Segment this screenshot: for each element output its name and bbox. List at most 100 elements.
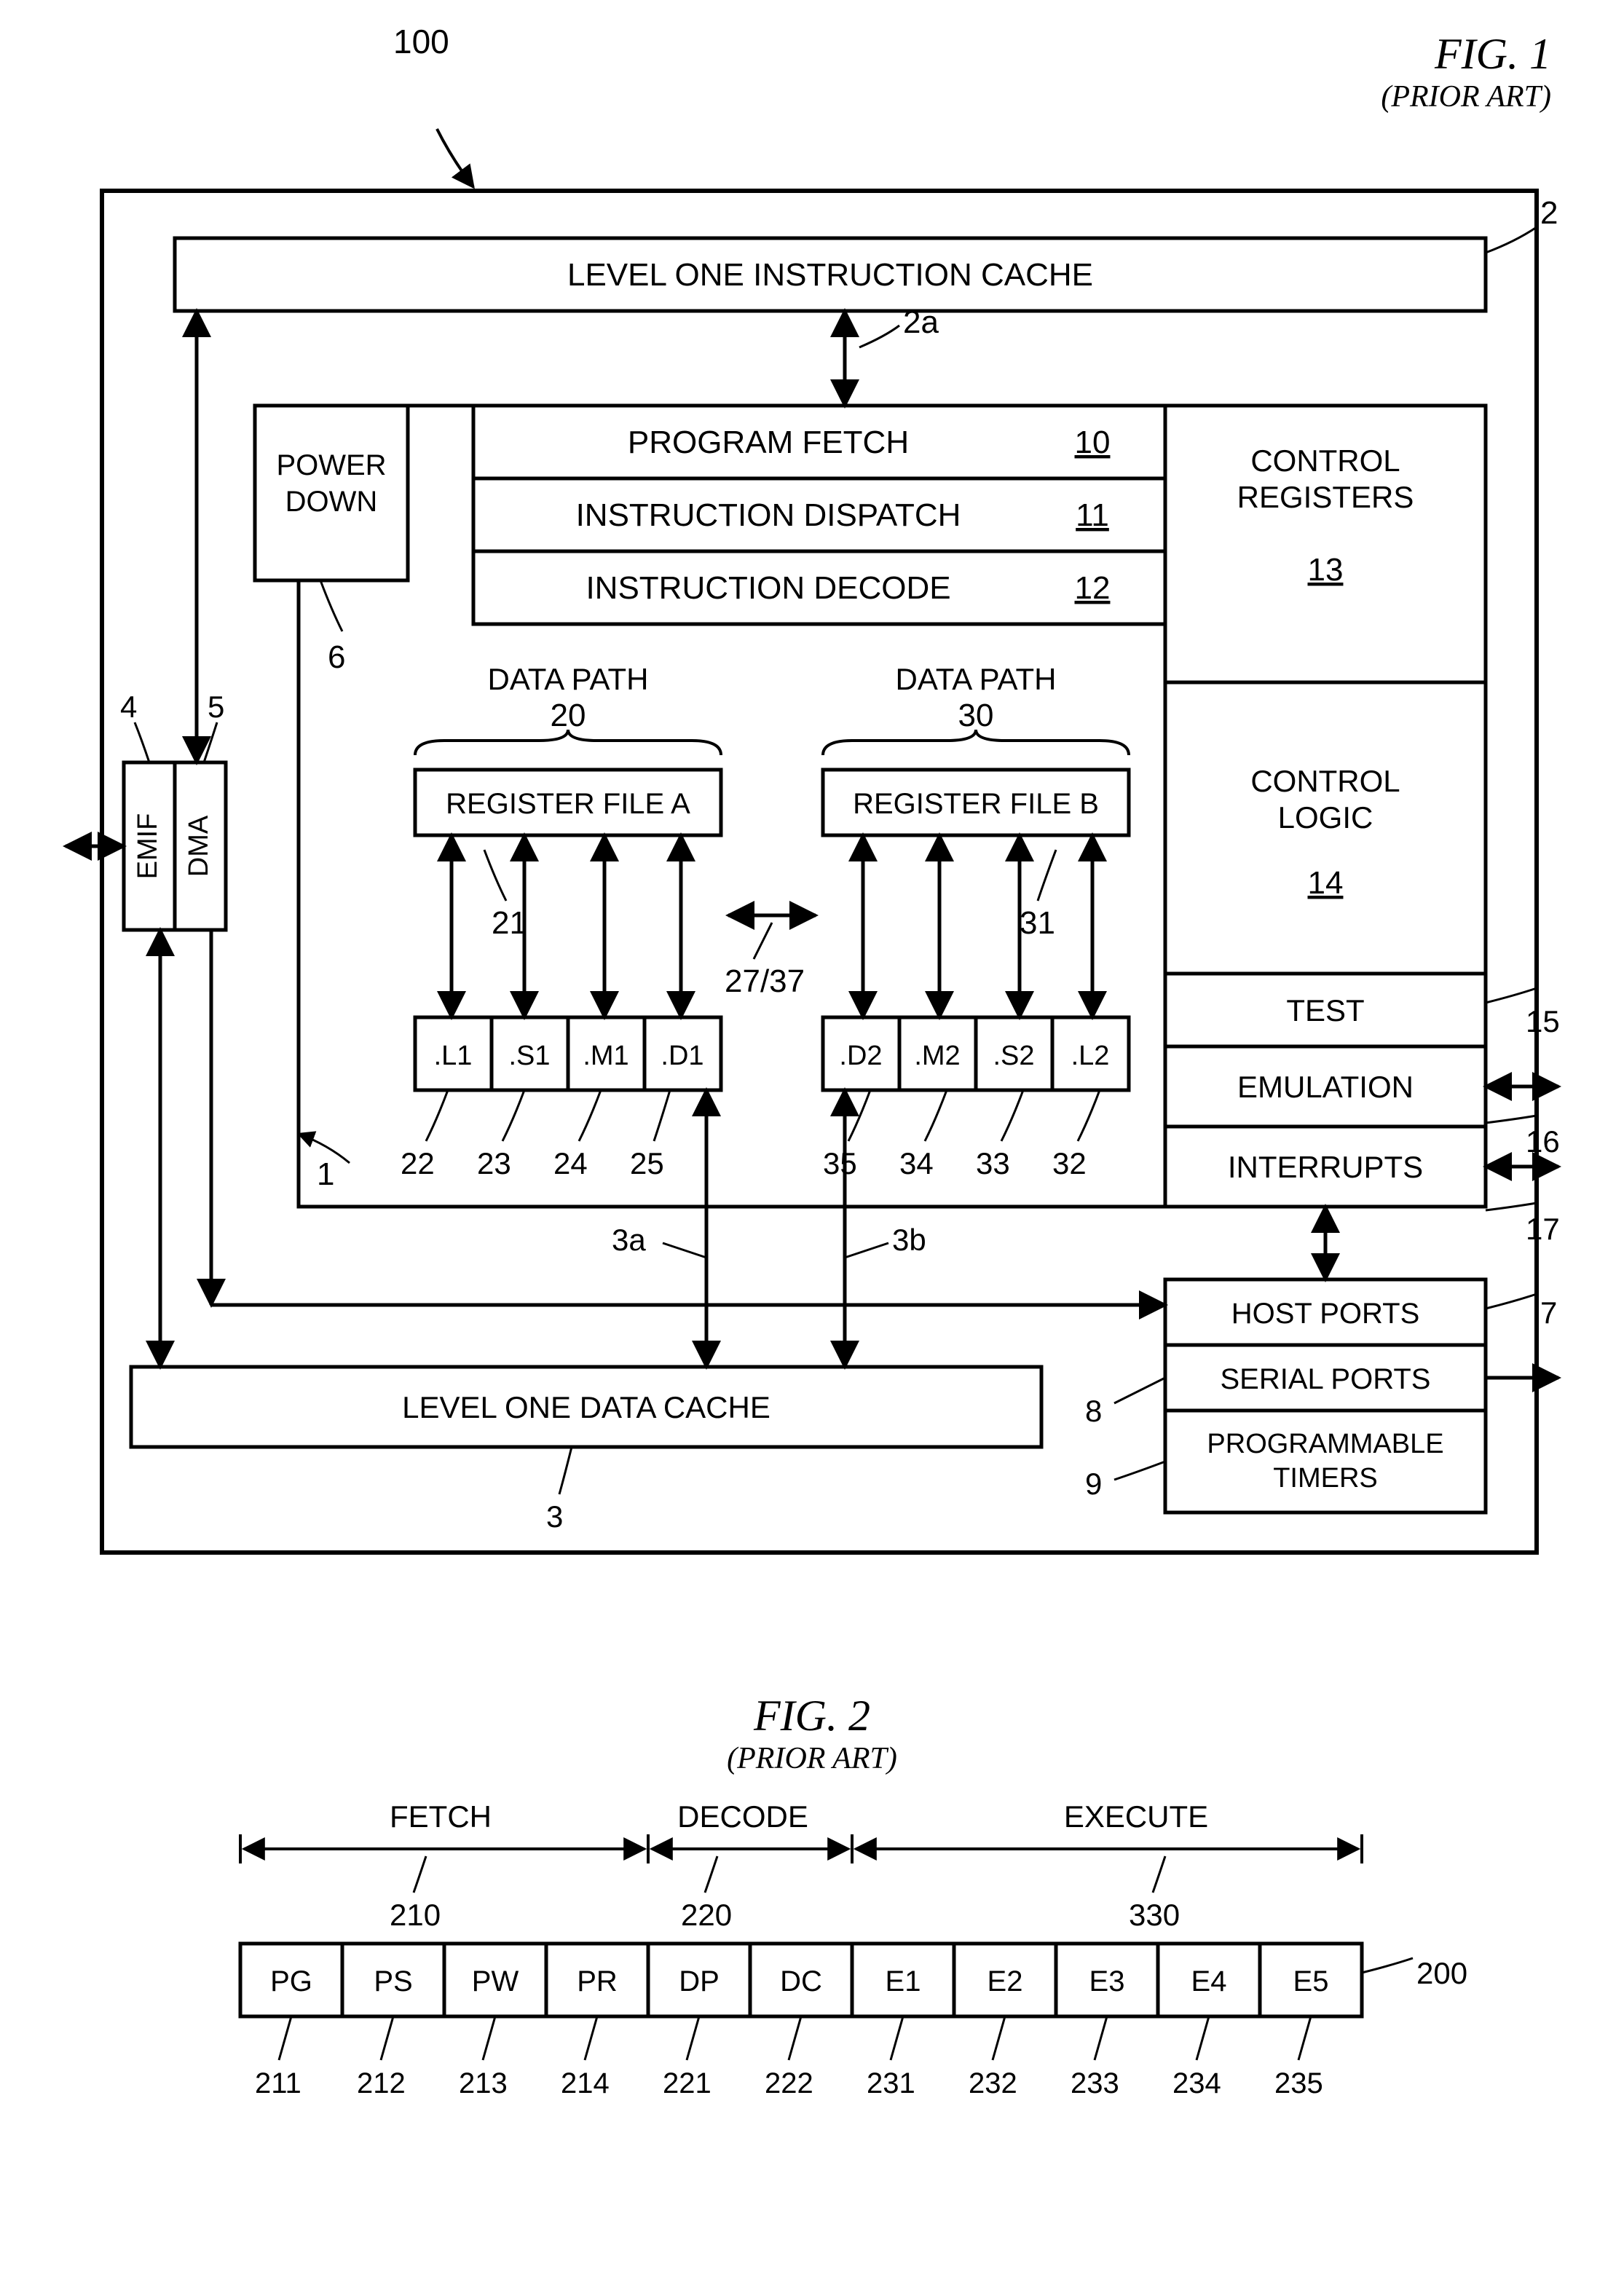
fig1-title: FIG. 1 bbox=[29, 29, 1551, 79]
serialports: SERIAL PORTS bbox=[1221, 1363, 1431, 1395]
ref-5: 5 bbox=[208, 690, 224, 724]
regfileB: REGISTER FILE B bbox=[853, 788, 1099, 820]
ref-222: 222 bbox=[765, 2067, 813, 2099]
ref-14: 14 bbox=[1308, 865, 1344, 901]
ctrlreg-2: REGISTERS bbox=[1237, 480, 1414, 514]
emif: EMIF bbox=[133, 813, 163, 880]
datapath-b: DATA PATH bbox=[896, 662, 1057, 696]
ref-7: 7 bbox=[1540, 1295, 1557, 1330]
ref-11: 11 bbox=[1076, 497, 1109, 533]
fig2-subtitle: (PRIOR ART) bbox=[29, 1741, 1595, 1776]
ref-23: 23 bbox=[477, 1146, 511, 1180]
progtimers-1: PROGRAMMABLE bbox=[1207, 1429, 1443, 1459]
ref-4: 4 bbox=[120, 690, 137, 724]
execute-label: EXECUTE bbox=[1064, 1799, 1208, 1834]
ref-3a: 3a bbox=[612, 1223, 646, 1257]
test: TEST bbox=[1286, 993, 1364, 1027]
ref-6: 6 bbox=[328, 639, 345, 675]
ref-3: 3 bbox=[546, 1499, 563, 1534]
ref-16: 16 bbox=[1526, 1124, 1560, 1159]
unit-S1: .S1 bbox=[508, 1041, 550, 1071]
fig2-title: FIG. 2 bbox=[29, 1691, 1595, 1741]
unit-D2: .D2 bbox=[839, 1041, 882, 1071]
ref-234: 234 bbox=[1172, 2067, 1221, 2099]
interrupts: INTERRUPTS bbox=[1228, 1150, 1423, 1184]
instdecode: INSTRUCTION DECODE bbox=[586, 570, 950, 606]
ref-3b: 3b bbox=[892, 1223, 926, 1257]
ref-235: 235 bbox=[1274, 2067, 1323, 2099]
unit-M2: .M2 bbox=[914, 1041, 960, 1071]
unit-L1: .L1 bbox=[434, 1041, 473, 1071]
stage-DC: DC bbox=[780, 1965, 822, 1997]
stage-PR: PR bbox=[577, 1965, 618, 1997]
progtimers-2: TIMERS bbox=[1273, 1463, 1378, 1494]
regfileA: REGISTER FILE A bbox=[446, 788, 690, 820]
ref-30: 30 bbox=[958, 698, 994, 733]
stage-E4: E4 bbox=[1191, 1965, 1227, 1997]
ref-32: 32 bbox=[1052, 1146, 1087, 1180]
ref-33: 33 bbox=[976, 1146, 1010, 1180]
ref-2a: 2a bbox=[903, 304, 939, 340]
ref-2: 2 bbox=[1540, 195, 1558, 231]
stage-PW: PW bbox=[472, 1965, 519, 1997]
ref-212: 212 bbox=[357, 2067, 406, 2099]
stage-PG: PG bbox=[270, 1965, 312, 1997]
instdispatch: INSTRUCTION DISPATCH bbox=[576, 497, 961, 533]
l1icache-label: LEVEL ONE INSTRUCTION CACHE bbox=[567, 257, 1093, 293]
ref-21: 21 bbox=[492, 905, 527, 941]
ref-214: 214 bbox=[561, 2067, 610, 2099]
ref-25: 25 bbox=[630, 1146, 664, 1180]
ref-9: 9 bbox=[1085, 1467, 1102, 1501]
ref-232: 232 bbox=[969, 2067, 1017, 2099]
hostports: HOST PORTS bbox=[1231, 1298, 1420, 1330]
ref-330: 330 bbox=[1129, 1898, 1180, 1932]
unit-L2: .L2 bbox=[1071, 1041, 1110, 1071]
stage-E2: E2 bbox=[988, 1965, 1023, 1997]
unit-M1: .M1 bbox=[583, 1041, 628, 1071]
dma: DMA bbox=[184, 815, 214, 877]
stage-E1: E1 bbox=[886, 1965, 921, 1997]
ref-211: 211 bbox=[255, 2067, 301, 2099]
ref-233: 233 bbox=[1071, 2067, 1119, 2099]
ref-221: 221 bbox=[663, 2067, 712, 2099]
stage-DP: DP bbox=[679, 1965, 720, 1997]
ctrllogic-1: CONTROL bbox=[1250, 764, 1400, 798]
ref-8: 8 bbox=[1085, 1394, 1102, 1428]
decode-label: DECODE bbox=[677, 1799, 808, 1834]
ref-35: 35 bbox=[823, 1146, 857, 1180]
unit-S2: .S2 bbox=[993, 1041, 1034, 1071]
ref-12: 12 bbox=[1075, 570, 1111, 606]
emulation: EMULATION bbox=[1237, 1070, 1414, 1104]
ref-31: 31 bbox=[1020, 905, 1055, 941]
ref-17: 17 bbox=[1526, 1212, 1560, 1246]
progfetch: PROGRAM FETCH bbox=[628, 425, 909, 460]
ref-15: 15 bbox=[1526, 1004, 1560, 1038]
ctrlreg-1: CONTROL bbox=[1250, 443, 1400, 478]
ref-2737: 27/37 bbox=[725, 963, 805, 999]
ref-1: 1 bbox=[317, 1156, 334, 1192]
ref-220: 220 bbox=[681, 1898, 732, 1932]
ctrllogic-2: LOGIC bbox=[1278, 800, 1373, 835]
ref-213: 213 bbox=[459, 2067, 508, 2099]
ref-231: 231 bbox=[867, 2067, 915, 2099]
stage-E3: E3 bbox=[1089, 1965, 1125, 1997]
fetch-label: FETCH bbox=[390, 1799, 492, 1834]
ref-34: 34 bbox=[899, 1146, 934, 1180]
fig1-subtitle: (PRIOR ART) bbox=[29, 79, 1551, 114]
fig2-diagram: FETCH DECODE EXECUTE 210 220 330 PG PS P… bbox=[29, 1776, 1595, 2140]
fig1-diagram: LEVEL ONE INSTRUCTION CACHE 2 2a POWER D… bbox=[29, 114, 1595, 1644]
ref-20: 20 bbox=[551, 698, 586, 733]
powerdown-2: DOWN bbox=[285, 486, 378, 518]
l1dcache: LEVEL ONE DATA CACHE bbox=[402, 1390, 770, 1424]
ref-200: 200 bbox=[1416, 1956, 1467, 1990]
ref-100: 100 bbox=[393, 22, 449, 61]
ref-10: 10 bbox=[1075, 425, 1111, 460]
ref-210: 210 bbox=[390, 1898, 441, 1932]
powerdown-1: POWER bbox=[276, 449, 386, 481]
stage-PS: PS bbox=[374, 1965, 412, 1997]
stage-E5: E5 bbox=[1293, 1965, 1329, 1997]
ref-13: 13 bbox=[1308, 552, 1344, 588]
ref-24: 24 bbox=[553, 1146, 588, 1180]
ref-22: 22 bbox=[401, 1146, 435, 1180]
datapath-a: DATA PATH bbox=[488, 662, 649, 696]
